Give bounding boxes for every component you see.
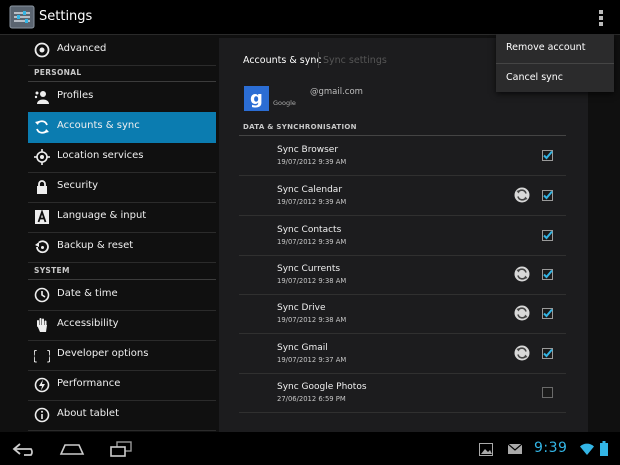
menu-item-remove-account[interactable]: Remove account xyxy=(496,34,614,64)
email-notification-icon[interactable] xyxy=(508,444,522,454)
sidebar-item-advanced[interactable]: Advanced xyxy=(28,35,216,66)
overflow-menu-icon[interactable] xyxy=(597,10,605,26)
sidebar-item-security[interactable]: Security xyxy=(28,172,216,203)
sync-item-contacts[interactable]: Sync Contacts 19/07/2012 9:39 AM xyxy=(239,216,566,256)
sidebar-item-label: Security xyxy=(57,180,99,191)
sidebar-item-location-services[interactable]: Location services xyxy=(28,142,216,173)
lock-icon xyxy=(37,180,47,194)
syncing-icon xyxy=(514,345,530,361)
sidebar-item-language-input[interactable]: Language & input xyxy=(28,202,216,233)
hand-icon xyxy=(37,318,47,332)
status-clock: 9:39 xyxy=(534,440,568,456)
section-header-system: SYSTEM xyxy=(34,266,70,275)
location-icon xyxy=(34,149,50,165)
advanced-icon xyxy=(34,42,50,58)
syncing-icon xyxy=(514,266,530,282)
system-navigation-bar xyxy=(0,432,620,465)
sidebar-item-label: Accessibility xyxy=(57,318,119,329)
sync-item-name: Sync Currents xyxy=(277,264,341,274)
sync-item-google-photos[interactable]: Sync Google Photos 27/06/2012 6:59 PM xyxy=(239,373,566,413)
accounts-detail-pane: Accounts & sync Sync settings g Google @… xyxy=(219,38,588,432)
section-header-personal: PERSONAL xyxy=(34,68,82,77)
checkbox-unchecked[interactable] xyxy=(542,387,553,398)
sync-item-date: 19/07/2012 9:39 AM xyxy=(277,158,347,166)
backup-icon xyxy=(35,240,49,254)
sidebar-item-label: Backup & reset xyxy=(57,240,134,251)
syncing-icon xyxy=(514,187,530,203)
profiles-icon xyxy=(34,91,49,104)
action-bar: Settings xyxy=(0,0,620,35)
sync-item-date: 19/07/2012 9:39 AM xyxy=(277,198,347,206)
sidebar-item-accessibility[interactable]: Accessibility xyxy=(28,310,216,341)
performance-icon xyxy=(34,377,50,393)
gallery-notification-icon[interactable] xyxy=(479,443,493,456)
sidebar-item-date-time[interactable]: Date & time xyxy=(28,280,216,311)
section-header-data-sync: DATA & SYNCHRONISATION xyxy=(243,123,357,131)
sync-item-name: Sync Gmail xyxy=(277,343,328,353)
sidebar-item-label: Accounts & sync xyxy=(57,120,140,131)
checkbox-checked[interactable] xyxy=(542,348,553,359)
checkbox-checked[interactable] xyxy=(542,269,553,280)
sidebar-item-backup-reset[interactable]: Backup & reset xyxy=(28,232,216,263)
sync-icon xyxy=(35,120,49,134)
sync-item-date: 19/07/2012 9:39 AM xyxy=(277,238,347,246)
tab-sync-settings[interactable]: Sync settings xyxy=(323,55,387,66)
sync-item-name: Sync Browser xyxy=(277,145,339,155)
checkbox-checked[interactable] xyxy=(542,150,553,161)
battery-icon xyxy=(600,441,608,456)
tab-divider xyxy=(318,52,319,68)
home-icon[interactable] xyxy=(59,443,85,455)
overflow-popup-menu: Remove account Cancel sync xyxy=(496,34,614,92)
sync-item-gmail[interactable]: Sync Gmail 19/07/2012 9:37 AM xyxy=(239,334,566,374)
sync-item-date: 19/07/2012 9:38 AM xyxy=(277,316,347,324)
info-icon xyxy=(34,407,50,423)
sidebar-item-developer-options[interactable]: { } Developer options xyxy=(28,340,216,371)
sync-item-name: Sync Drive xyxy=(277,303,326,313)
back-icon[interactable] xyxy=(12,442,38,456)
menu-item-label: Cancel sync xyxy=(506,72,564,83)
syncing-icon xyxy=(514,305,530,321)
recent-apps-icon[interactable] xyxy=(109,441,133,457)
svg-text:{ }: { } xyxy=(34,349,50,363)
checkbox-checked[interactable] xyxy=(542,230,553,241)
settings-sidebar: Advanced PERSONAL Profiles Accounts & sy… xyxy=(0,35,216,432)
app-title: Settings xyxy=(39,9,93,24)
tab-accounts-sync[interactable]: Accounts & sync xyxy=(243,55,322,66)
braces-icon: { } xyxy=(34,349,50,363)
sync-item-name: Sync Calendar xyxy=(277,185,343,195)
sidebar-item-accounts-sync[interactable]: Accounts & sync xyxy=(28,112,216,143)
sidebar-item-label: Date & time xyxy=(57,288,118,299)
google-logo-icon: g xyxy=(244,86,269,111)
sync-item-browser[interactable]: Sync Browser 19/07/2012 9:39 AM xyxy=(239,136,566,176)
sidebar-item-label: Advanced xyxy=(57,43,107,54)
sync-item-currents[interactable]: Sync Currents 19/07/2012 9:38 AM xyxy=(239,255,566,295)
sidebar-item-label: Location services xyxy=(57,150,144,161)
checkbox-checked[interactable] xyxy=(542,190,553,201)
account-provider-label: Google xyxy=(273,99,296,107)
sidebar-item-about-tablet[interactable]: About tablet xyxy=(28,400,216,431)
sync-item-date: 27/06/2012 6:59 PM xyxy=(277,395,346,403)
sidebar-item-label: About tablet xyxy=(57,408,119,419)
sync-item-name: Sync Contacts xyxy=(277,225,342,235)
sync-item-date: 19/07/2012 9:38 AM xyxy=(277,277,347,285)
sidebar-item-label: Profiles xyxy=(57,90,94,101)
sidebar-item-label: Developer options xyxy=(57,348,149,359)
wifi-icon xyxy=(580,443,594,455)
clock-icon xyxy=(34,287,50,303)
sidebar-item-label: Language & input xyxy=(57,210,147,221)
sync-item-drive[interactable]: Sync Drive 19/07/2012 9:38 AM xyxy=(239,294,566,334)
settings-app-icon[interactable] xyxy=(9,5,35,29)
sync-item-name: Sync Google Photos xyxy=(277,382,367,392)
sidebar-item-profiles[interactable]: Profiles xyxy=(28,82,216,113)
menu-item-label: Remove account xyxy=(506,42,586,53)
sync-item-calendar[interactable]: Sync Calendar 19/07/2012 9:39 AM xyxy=(239,176,566,216)
language-icon xyxy=(35,209,49,224)
account-email: @gmail.com xyxy=(310,87,363,97)
sidebar-item-label: Performance xyxy=(57,378,121,389)
checkbox-checked[interactable] xyxy=(542,308,553,319)
sidebar-item-performance[interactable]: Performance xyxy=(28,370,216,401)
sync-item-date: 19/07/2012 9:37 AM xyxy=(277,356,347,364)
menu-item-cancel-sync[interactable]: Cancel sync xyxy=(496,64,614,93)
